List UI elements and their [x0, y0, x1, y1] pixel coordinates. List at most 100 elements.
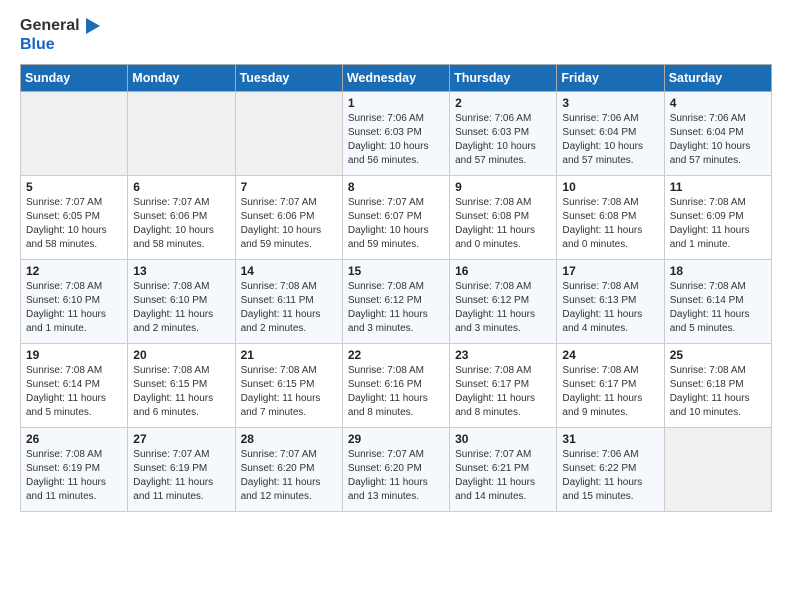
calendar-cell: 21 Sunrise: 7:08 AMSunset: 6:15 PMDayligh… [235, 343, 342, 427]
weekday-header-wednesday: Wednesday [342, 64, 449, 91]
day-number: 2 [455, 96, 551, 110]
day-number: 20 [133, 348, 229, 362]
day-number: 3 [562, 96, 658, 110]
header: General Blue [20, 16, 772, 54]
day-number: 4 [670, 96, 766, 110]
day-info: Sunrise: 7:08 AMSunset: 6:15 PMDaylight:… [241, 364, 337, 420]
day-number: 28 [241, 432, 337, 446]
calendar-cell: 1 Sunrise: 7:06 AMSunset: 6:03 PMDaylight… [342, 91, 449, 175]
day-info: Sunrise: 7:08 AMSunset: 6:09 PMDaylight:… [670, 196, 766, 252]
day-number: 8 [348, 180, 444, 194]
calendar-week-row: 19Sunrise: 7:08 AMSunset: 6:14 PMDayligh… [21, 343, 772, 427]
logo-text: General Blue [20, 16, 102, 54]
day-number: 22 [348, 348, 444, 362]
calendar-cell: 11Sunrise: 7:08 AMSunset: 6:09 PMDayligh… [664, 175, 771, 259]
calendar-cell: 27 Sunrise: 7:07 AMSunset: 6:19 PMDayligh… [128, 427, 235, 511]
day-number: 26 [26, 432, 122, 446]
calendar-cell [664, 427, 771, 511]
logo-general: General [20, 17, 80, 35]
calendar-cell: 6 Sunrise: 7:07 AMSunset: 6:06 PMDaylight… [128, 175, 235, 259]
day-info: Sunrise: 7:06 AMSunset: 6:04 PMDaylight:… [562, 112, 658, 168]
calendar-cell: 16 Sunrise: 7:08 AMSunset: 6:12 PMDayligh… [450, 259, 557, 343]
weekday-header-saturday: Saturday [664, 64, 771, 91]
page: General Blue SundayMondayTuesdayWednesda… [0, 0, 792, 612]
day-info: Sunrise: 7:08 AMSunset: 6:08 PMDaylight:… [562, 196, 658, 252]
day-info: Sunrise: 7:08 AMSunset: 6:11 PMDaylight:… [241, 280, 337, 336]
weekday-header-row: SundayMondayTuesdayWednesdayThursdayFrid… [21, 64, 772, 91]
logo-arrow-icon [82, 16, 102, 36]
day-info: Sunrise: 7:08 AMSunset: 6:12 PMDaylight:… [348, 280, 444, 336]
calendar-cell: 19Sunrise: 7:08 AMSunset: 6:14 PMDayligh… [21, 343, 128, 427]
logo: General Blue [20, 16, 102, 54]
calendar-cell: 2Sunrise: 7:06 AMSunset: 6:03 PMDaylight… [450, 91, 557, 175]
calendar-cell [128, 91, 235, 175]
day-number: 16 [455, 264, 551, 278]
day-info: Sunrise: 7:08 AMSunset: 6:10 PMDaylight:… [133, 280, 229, 336]
calendar-cell: 22Sunrise: 7:08 AMSunset: 6:16 PMDayligh… [342, 343, 449, 427]
day-info: Sunrise: 7:07 AMSunset: 6:07 PMDaylight:… [348, 196, 444, 252]
calendar-cell: 8 Sunrise: 7:07 AMSunset: 6:07 PMDaylight… [342, 175, 449, 259]
day-number: 19 [26, 348, 122, 362]
day-info: Sunrise: 7:07 AMSunset: 6:06 PMDaylight:… [241, 196, 337, 252]
calendar-cell: 23Sunrise: 7:08 AMSunset: 6:17 PMDayligh… [450, 343, 557, 427]
day-info: Sunrise: 7:08 AMSunset: 6:10 PMDaylight:… [26, 280, 122, 336]
calendar-cell: 20 Sunrise: 7:08 AMSunset: 6:15 PMDayligh… [128, 343, 235, 427]
calendar-cell: 12 Sunrise: 7:08 AMSunset: 6:10 PMDayligh… [21, 259, 128, 343]
calendar-cell: 18 Sunrise: 7:08 AMSunset: 6:14 PMDayligh… [664, 259, 771, 343]
calendar-cell: 4 Sunrise: 7:06 AMSunset: 6:04 PMDaylight… [664, 91, 771, 175]
day-info: Sunrise: 7:07 AMSunset: 6:20 PMDaylight:… [241, 448, 337, 504]
day-info: Sunrise: 7:08 AMSunset: 6:14 PMDaylight:… [670, 280, 766, 336]
calendar-cell: 5 Sunrise: 7:07 AMSunset: 6:05 PMDaylight… [21, 175, 128, 259]
day-number: 6 [133, 180, 229, 194]
weekday-header-thursday: Thursday [450, 64, 557, 91]
day-number: 30 [455, 432, 551, 446]
calendar-cell: 31 Sunrise: 7:06 AMSunset: 6:22 PMDayligh… [557, 427, 664, 511]
calendar-cell: 14Sunrise: 7:08 AMSunset: 6:11 PMDayligh… [235, 259, 342, 343]
calendar-table: SundayMondayTuesdayWednesdayThursdayFrid… [20, 64, 772, 512]
day-number: 17 [562, 264, 658, 278]
day-info: Sunrise: 7:08 AMSunset: 6:15 PMDaylight:… [133, 364, 229, 420]
calendar-cell [21, 91, 128, 175]
day-number: 25 [670, 348, 766, 362]
day-number: 21 [241, 348, 337, 362]
day-info: Sunrise: 7:07 AMSunset: 6:20 PMDaylight:… [348, 448, 444, 504]
calendar-cell: 9Sunrise: 7:08 AMSunset: 6:08 PMDaylight… [450, 175, 557, 259]
day-info: Sunrise: 7:07 AMSunset: 6:21 PMDaylight:… [455, 448, 551, 504]
day-info: Sunrise: 7:06 AMSunset: 6:04 PMDaylight:… [670, 112, 766, 168]
day-number: 23 [455, 348, 551, 362]
day-info: Sunrise: 7:07 AMSunset: 6:19 PMDaylight:… [133, 448, 229, 504]
day-info: Sunrise: 7:06 AMSunset: 6:03 PMDaylight:… [348, 112, 444, 168]
calendar-cell: 24Sunrise: 7:08 AMSunset: 6:17 PMDayligh… [557, 343, 664, 427]
calendar-cell: 7 Sunrise: 7:07 AMSunset: 6:06 PMDaylight… [235, 175, 342, 259]
day-info: Sunrise: 7:08 AMSunset: 6:18 PMDaylight:… [670, 364, 766, 420]
day-number: 7 [241, 180, 337, 194]
day-number: 18 [670, 264, 766, 278]
day-number: 31 [562, 432, 658, 446]
logo-blue: Blue [20, 36, 102, 54]
calendar-week-row: 26Sunrise: 7:08 AMSunset: 6:19 PMDayligh… [21, 427, 772, 511]
calendar-cell [235, 91, 342, 175]
day-number: 5 [26, 180, 122, 194]
calendar-week-row: 12 Sunrise: 7:08 AMSunset: 6:10 PMDayligh… [21, 259, 772, 343]
day-info: Sunrise: 7:08 AMSunset: 6:08 PMDaylight:… [455, 196, 551, 252]
day-info: Sunrise: 7:08 AMSunset: 6:17 PMDaylight:… [562, 364, 658, 420]
weekday-header-tuesday: Tuesday [235, 64, 342, 91]
day-info: Sunrise: 7:08 AMSunset: 6:12 PMDaylight:… [455, 280, 551, 336]
calendar-week-row: 5 Sunrise: 7:07 AMSunset: 6:05 PMDaylight… [21, 175, 772, 259]
calendar-cell: 25 Sunrise: 7:08 AMSunset: 6:18 PMDayligh… [664, 343, 771, 427]
calendar-week-row: 1 Sunrise: 7:06 AMSunset: 6:03 PMDaylight… [21, 91, 772, 175]
calendar-cell: 30 Sunrise: 7:07 AMSunset: 6:21 PMDayligh… [450, 427, 557, 511]
day-info: Sunrise: 7:07 AMSunset: 6:05 PMDaylight:… [26, 196, 122, 252]
calendar-cell: 29Sunrise: 7:07 AMSunset: 6:20 PMDayligh… [342, 427, 449, 511]
calendar-cell: 26Sunrise: 7:08 AMSunset: 6:19 PMDayligh… [21, 427, 128, 511]
day-number: 10 [562, 180, 658, 194]
day-number: 27 [133, 432, 229, 446]
day-number: 12 [26, 264, 122, 278]
day-info: Sunrise: 7:06 AMSunset: 6:22 PMDaylight:… [562, 448, 658, 504]
day-info: Sunrise: 7:07 AMSunset: 6:06 PMDaylight:… [133, 196, 229, 252]
calendar-cell: 28 Sunrise: 7:07 AMSunset: 6:20 PMDayligh… [235, 427, 342, 511]
day-number: 1 [348, 96, 444, 110]
calendar-cell: 3 Sunrise: 7:06 AMSunset: 6:04 PMDaylight… [557, 91, 664, 175]
day-number: 13 [133, 264, 229, 278]
calendar-cell: 15Sunrise: 7:08 AMSunset: 6:12 PMDayligh… [342, 259, 449, 343]
